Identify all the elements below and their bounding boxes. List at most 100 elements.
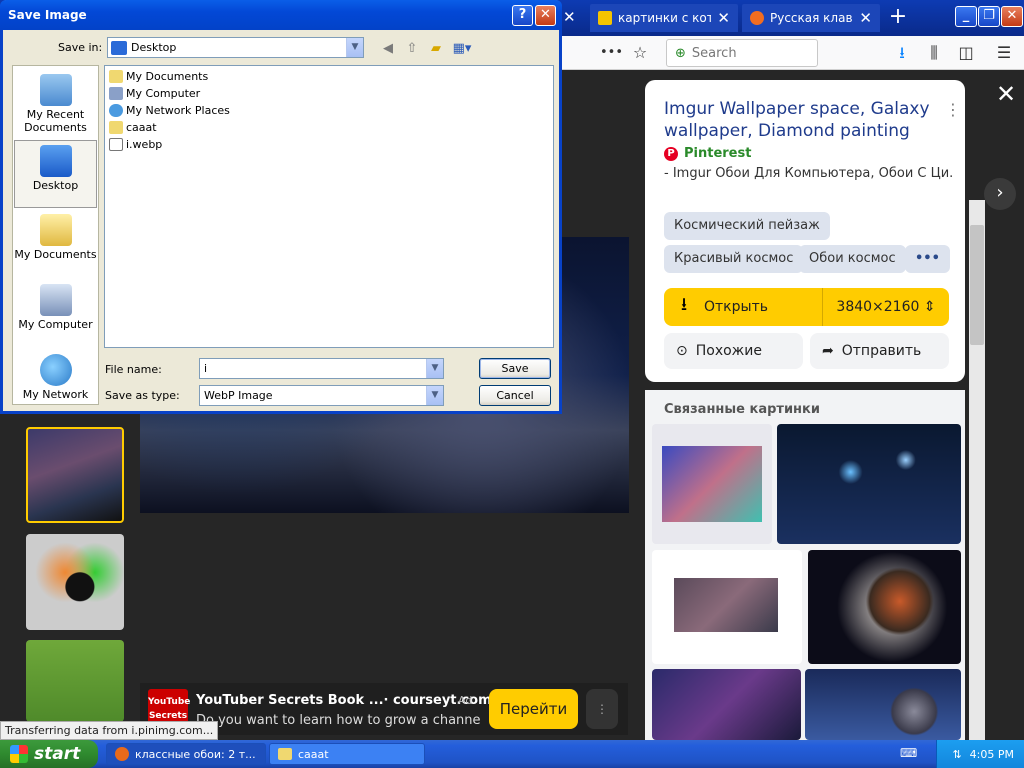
download-icon[interactable]: ⭳ bbox=[892, 43, 912, 63]
taskbar-item-label: caaat bbox=[298, 747, 329, 761]
tab-close-icon[interactable]: ✕ bbox=[563, 8, 576, 26]
taskbar-item-label: классные обои: 2 т... bbox=[135, 747, 256, 761]
desktop-icon bbox=[111, 40, 127, 55]
next-arrow-icon[interactable]: › bbox=[984, 178, 1016, 210]
chevron-down-icon[interactable]: ▼ bbox=[426, 359, 443, 378]
my-computer-icon bbox=[39, 284, 72, 316]
ad-more-icon[interactable]: ⋮ bbox=[586, 689, 618, 729]
file-name-input[interactable]: i ▼ bbox=[199, 358, 444, 379]
tag-chip[interactable]: Космический пейзаж bbox=[664, 212, 830, 240]
close-viewer-icon[interactable]: ✕ bbox=[994, 80, 1018, 108]
related-image[interactable] bbox=[777, 424, 961, 544]
place-my-network[interactable]: My Network bbox=[14, 350, 97, 418]
taskbar-item-folder[interactable]: caaat bbox=[269, 743, 425, 765]
list-item[interactable]: i.webp bbox=[109, 136, 162, 153]
keyboard-icon[interactable]: ⌨ bbox=[900, 746, 917, 762]
related-image[interactable] bbox=[652, 669, 801, 740]
place-my-documents[interactable]: My Documents bbox=[14, 210, 97, 278]
similar-label: Похожие bbox=[695, 343, 763, 359]
more-tags-button[interactable]: ••• bbox=[905, 245, 950, 273]
similar-button[interactable]: ⊙ Похожие bbox=[664, 333, 803, 369]
file-name: My Computer bbox=[126, 87, 201, 100]
cancel-button[interactable]: Cancel bbox=[479, 385, 551, 406]
image-title-link[interactable]: Imgur Wallpaper space, Galaxy wallpaper,… bbox=[664, 98, 944, 142]
taskbar: start классные обои: 2 т... caaat ⌨ ⇅ 4:… bbox=[0, 740, 1024, 768]
thumbnail[interactable] bbox=[26, 534, 124, 630]
file-name: My Network Places bbox=[126, 104, 230, 117]
file-name: i.webp bbox=[126, 138, 163, 151]
related-image[interactable] bbox=[652, 424, 772, 544]
new-tab-button[interactable]: + bbox=[884, 6, 912, 30]
new-folder-icon[interactable]: ▰ bbox=[426, 40, 446, 58]
file-icon bbox=[109, 138, 123, 151]
tab-close-icon[interactable]: ✕ bbox=[859, 9, 872, 27]
list-item[interactable]: My Network Places bbox=[109, 102, 230, 119]
sidebar-icon[interactable]: ◫ bbox=[956, 43, 976, 63]
save-in-dropdown[interactable]: Desktop ▼ bbox=[107, 37, 364, 58]
back-icon[interactable]: ◀ bbox=[378, 40, 398, 58]
more-options-icon[interactable]: ⋮ bbox=[945, 100, 961, 119]
tag-chip[interactable]: Красивый космос bbox=[664, 245, 804, 273]
ad-title[interactable]: YouTuber Secrets Book ...· courseyt.com bbox=[196, 693, 492, 708]
panel-scrollbar-thumb[interactable] bbox=[970, 225, 984, 345]
search-box[interactable]: ⊕ Search bbox=[666, 39, 818, 67]
search-input[interactable]: Search bbox=[692, 46, 737, 61]
ad-description: Do you want to learn how to grow a chann… bbox=[196, 713, 480, 728]
place-label: My Documents bbox=[14, 248, 97, 261]
place-label: My Network bbox=[22, 388, 89, 401]
open-label: Открыть bbox=[704, 299, 768, 315]
place-my-computer[interactable]: My Computer bbox=[14, 280, 97, 348]
bookmark-star-icon[interactable]: ☆ bbox=[630, 43, 650, 63]
clock[interactable]: 4:05 PM bbox=[970, 748, 1014, 761]
status-bar: Transferring data from i.pinimg.com... bbox=[0, 721, 219, 740]
up-folder-icon[interactable]: ⇧ bbox=[402, 40, 422, 58]
resolution-select[interactable]: 3840×2160 ⇕ bbox=[823, 299, 949, 315]
list-item[interactable]: My Documents bbox=[109, 68, 208, 85]
file-name-value[interactable]: i bbox=[200, 362, 207, 375]
list-item[interactable]: caaat bbox=[109, 119, 157, 136]
chevron-down-icon[interactable]: ▼ bbox=[426, 386, 443, 405]
library-icon[interactable]: ⫼ bbox=[924, 43, 944, 63]
related-title: Связанные картинки bbox=[664, 402, 820, 417]
taskbar-item-firefox[interactable]: классные обои: 2 т... bbox=[106, 743, 266, 765]
thumbnail[interactable] bbox=[26, 640, 124, 722]
related-image[interactable] bbox=[805, 669, 961, 740]
share-button[interactable]: ➦ Отправить bbox=[810, 333, 949, 369]
start-button[interactable]: start bbox=[0, 740, 98, 768]
resolution-value: 3840×2160 bbox=[836, 299, 920, 315]
system-tray: ⇅ 4:05 PM bbox=[936, 740, 1024, 768]
dialog-close-button[interactable]: ✕ bbox=[535, 5, 556, 26]
save-button[interactable]: Save bbox=[479, 358, 551, 379]
chevron-down-icon[interactable]: ▼ bbox=[346, 38, 363, 57]
place-label: My Recent Documents bbox=[24, 108, 87, 134]
related-image[interactable] bbox=[808, 550, 961, 664]
place-recent-documents[interactable]: My Recent Documents bbox=[14, 70, 97, 138]
dialog-titlebar[interactable]: Save Image ? ✕ bbox=[0, 0, 562, 30]
open-image-button[interactable]: ⭳ Открыть 3840×2160 ⇕ bbox=[664, 288, 949, 326]
pinterest-icon: P bbox=[664, 146, 678, 161]
network-icon[interactable]: ⇅ bbox=[952, 748, 961, 761]
help-button[interactable]: ? bbox=[512, 5, 533, 26]
tab-russian-keyboard[interactable]: Русская клавиат ✕ bbox=[742, 4, 880, 32]
save-as-type-dropdown[interactable]: WebP Image ▼ bbox=[199, 385, 444, 406]
image-favicon-icon bbox=[598, 11, 612, 25]
my-documents-icon bbox=[39, 214, 72, 246]
share-arrow-icon: ➦ bbox=[822, 343, 834, 359]
view-menu-icon[interactable]: ▦▾ bbox=[450, 40, 474, 58]
page-actions-icon[interactable]: ••• bbox=[600, 43, 623, 63]
window-close-button[interactable]: ✕ bbox=[1001, 6, 1023, 27]
minimize-button[interactable]: _ bbox=[955, 6, 977, 27]
place-desktop[interactable]: Desktop bbox=[14, 140, 97, 208]
tab-close-icon[interactable]: ✕ bbox=[717, 9, 730, 27]
source-link[interactable]: P Pinterest bbox=[664, 146, 751, 161]
tag-chip[interactable]: Обои космос bbox=[799, 245, 906, 273]
site-favicon-icon bbox=[750, 11, 764, 25]
related-image[interactable] bbox=[652, 550, 802, 664]
menu-icon[interactable]: ☰ bbox=[994, 43, 1014, 63]
maximize-button[interactable]: ❐ bbox=[978, 6, 1000, 27]
thumbnail-selected[interactable] bbox=[26, 427, 124, 523]
ad-go-button[interactable]: Перейти bbox=[489, 689, 578, 729]
tab-label: картинки с коти bbox=[618, 11, 712, 25]
tab-kitten-pictures[interactable]: картинки с коти ✕ bbox=[590, 4, 738, 32]
list-item[interactable]: My Computer bbox=[109, 85, 200, 102]
